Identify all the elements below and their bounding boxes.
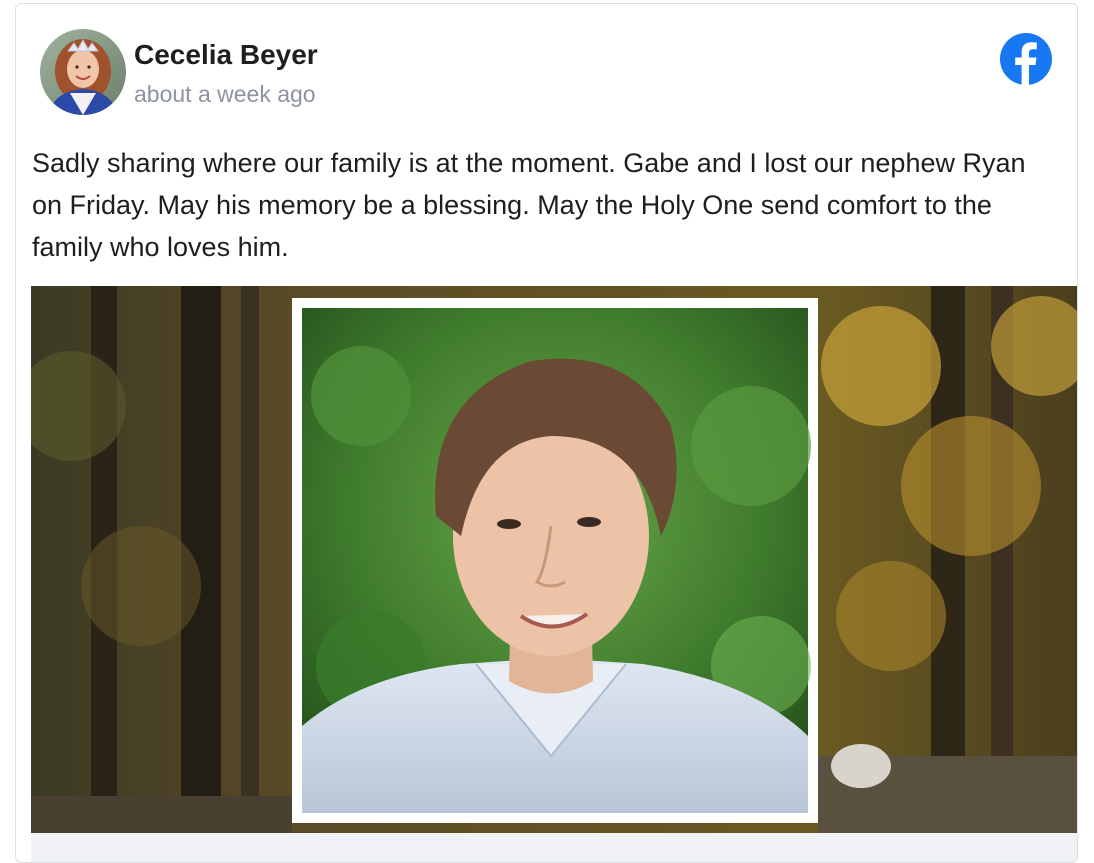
facebook-post-card: Cecelia Beyer about a week ago Sadly sha… <box>15 3 1078 863</box>
author-avatar[interactable] <box>40 29 126 115</box>
post-text: Sadly sharing where our family is at the… <box>32 148 1026 262</box>
avatar-image <box>40 29 126 115</box>
facebook-logo-icon[interactable] <box>999 32 1053 86</box>
photo-footer-bar <box>31 833 1077 862</box>
photo-image <box>31 286 1077 833</box>
memorial-portrait-photo[interactable] <box>31 286 1077 833</box>
post-timestamp[interactable]: about a week ago <box>134 81 316 108</box>
author-name[interactable]: Cecelia Beyer <box>134 39 318 71</box>
